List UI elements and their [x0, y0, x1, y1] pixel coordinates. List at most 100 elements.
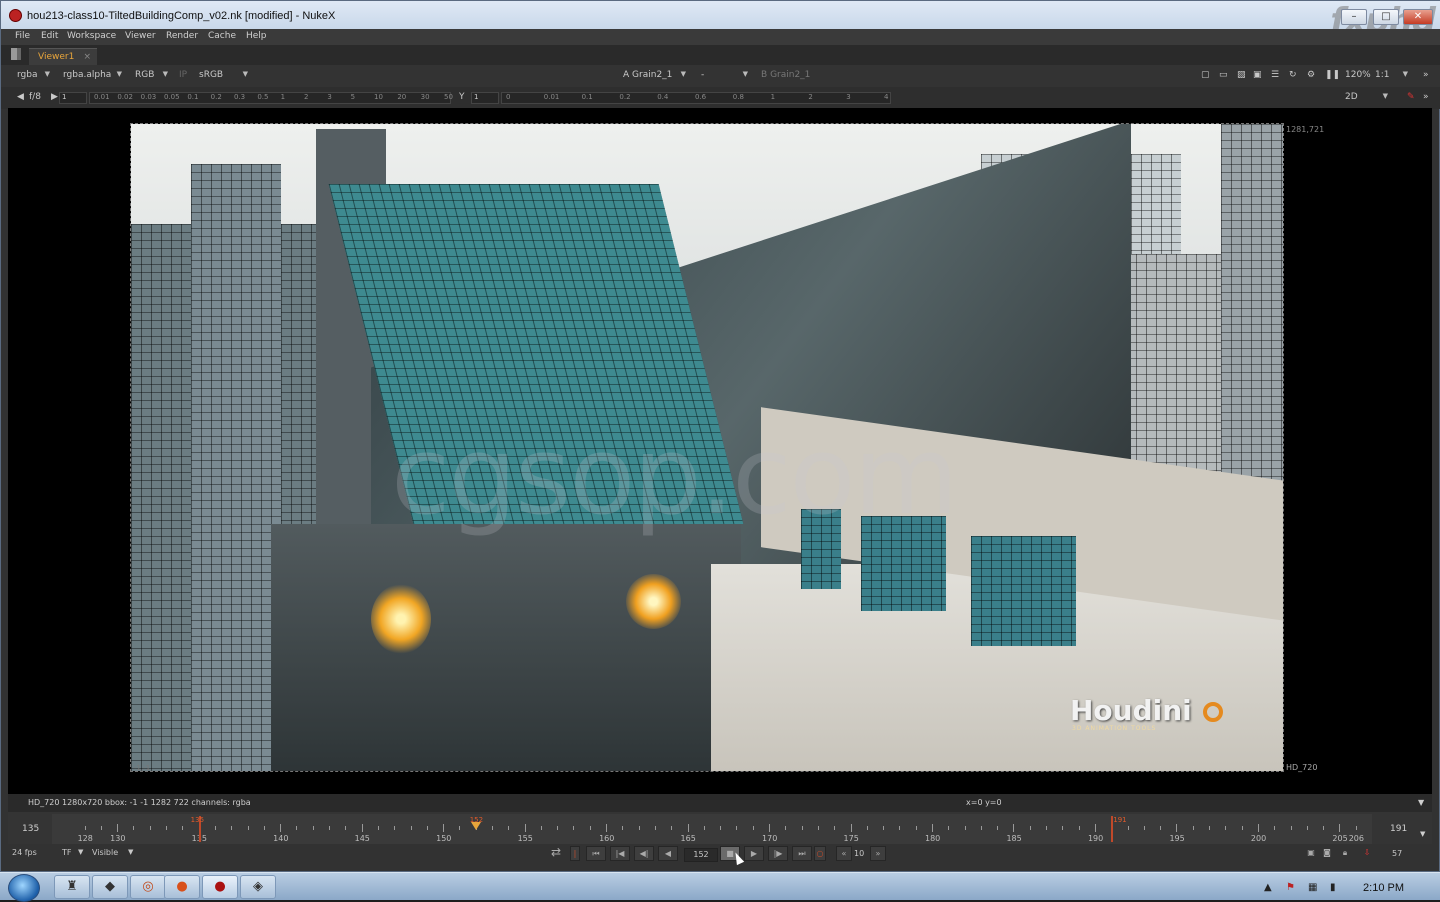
- expand-icon[interactable]: »: [1419, 69, 1431, 83]
- display-dropdown[interactable]: RGB ▼: [131, 69, 171, 83]
- timeline-tick: [459, 826, 461, 830]
- menu-render[interactable]: Render: [166, 31, 198, 41]
- menu-cache[interactable]: Cache: [208, 31, 236, 41]
- tray-expand-icon[interactable]: ▲: [1264, 882, 1272, 893]
- fstop-value[interactable]: f/8: [25, 91, 47, 105]
- record-icon[interactable]: ○: [814, 846, 826, 861]
- timeline-track[interactable]: 128 130 135 140 145 150 155 160 165 170 175 180 185 1…: [52, 814, 1372, 844]
- increment-field[interactable]: 10: [854, 849, 864, 858]
- visibility-dropdown[interactable]: Visible: [92, 848, 118, 857]
- tray-volume-icon[interactable]: ▮: [1330, 882, 1336, 893]
- start-button[interactable]: [8, 874, 40, 902]
- tray-clock[interactable]: 2:10 PM: [1363, 882, 1404, 894]
- pause-icon[interactable]: ❚❚: [1321, 69, 1340, 83]
- timeline-tick: [883, 826, 885, 830]
- gain-slider[interactable]: 0.01 0.02 0.03 0.05 0.1 0.2 0.3 0.5 1 2 3 5 10 20 30 50: [89, 92, 453, 104]
- play-backward-icon[interactable]: ◀: [658, 846, 678, 861]
- step-back-icon[interactable]: ◀|: [634, 846, 654, 861]
- view-mode-dropdown[interactable]: 2D ▼: [1341, 91, 1391, 105]
- timeline-tick: [117, 824, 119, 832]
- zoom-dropdown[interactable]: 120%: [1341, 69, 1371, 83]
- refresh-icon[interactable]: ↻: [1285, 69, 1299, 83]
- guides-icon[interactable]: ▭: [1215, 69, 1229, 83]
- timeline-tick: [296, 826, 298, 830]
- houdini-swirl-icon: [1203, 702, 1223, 722]
- menu-help[interactable]: Help: [246, 31, 267, 41]
- timeline-label: 195: [1169, 834, 1185, 843]
- close-button[interactable]: ✕: [1403, 9, 1433, 25]
- fps-field[interactable]: 24 fps: [12, 848, 37, 857]
- tray-network-icon[interactable]: ▦: [1308, 882, 1317, 893]
- tab-close-icon[interactable]: ×: [83, 52, 91, 62]
- tab-viewer1[interactable]: Viewer1 ×: [29, 48, 97, 65]
- timeline-label: 206: [1348, 834, 1364, 843]
- previous-keyframe-icon[interactable]: |◀: [610, 846, 630, 861]
- gain-mark: 0.01: [94, 93, 110, 101]
- timeline-start-field[interactable]: 135: [22, 824, 39, 834]
- timecode-mode-dropdown[interactable]: TF: [62, 848, 72, 857]
- maximize-button[interactable]: □: [1373, 9, 1399, 25]
- taskbar-swirl-icon[interactable]: ◎: [130, 875, 166, 899]
- play-forward-icon[interactable]: ▶: [744, 846, 764, 861]
- timeline-label: 205: [1332, 834, 1348, 843]
- gamma-slider[interactable]: 0 0.01 0.1 0.2 0.4 0.6 0.8 1 2 3 4: [501, 92, 891, 104]
- skip-back-icon[interactable]: «: [836, 846, 852, 861]
- lock-icon[interactable]: 🔒︎: [1338, 846, 1352, 861]
- color-picker-icon[interactable]: ✎: [1403, 91, 1415, 105]
- gain-field[interactable]: 1: [59, 92, 87, 104]
- fstop-increase-icon[interactable]: ▶: [47, 91, 58, 105]
- timeline-tick: [1160, 826, 1162, 830]
- timeline-expand-icon[interactable]: ▼: [1420, 830, 1425, 838]
- tray-flag-icon[interactable]: ⚑: [1286, 882, 1295, 893]
- menu-file[interactable]: File: [15, 31, 30, 41]
- alpha-channel-dropdown[interactable]: rgba.alpha ▼: [59, 69, 125, 83]
- timeline-tick: [1257, 824, 1259, 832]
- timeline-tick: [687, 824, 689, 832]
- menu-edit[interactable]: Edit: [41, 31, 58, 41]
- timeline-tick: [329, 826, 331, 830]
- current-frame-field[interactable]: 152: [684, 848, 718, 862]
- ip-button[interactable]: IP: [175, 69, 193, 83]
- settings-icon[interactable]: ⚙: [1303, 69, 1317, 83]
- viewer-capture-icon[interactable]: ◙: [1320, 846, 1334, 861]
- in-point-button[interactable]: |: [570, 846, 580, 861]
- compare-mode-dropdown[interactable]: - ▼: [697, 69, 751, 83]
- ratio-dropdown[interactable]: 1:1 ▼: [1371, 69, 1411, 83]
- viewer-flipbook-icon[interactable]: ▣: [1304, 846, 1318, 861]
- menu-workspace[interactable]: Workspace: [67, 31, 116, 41]
- clipping-icon[interactable]: ☰: [1267, 69, 1281, 83]
- timeline[interactable]: 135 128 130 135 140 145 150 155 160 165 170 175 180…: [8, 812, 1432, 844]
- taskbar-firefox-icon[interactable]: ●: [164, 875, 200, 899]
- taskbar-folder-icon[interactable]: ◆: [92, 875, 128, 899]
- loop-mode-icon[interactable]: ⇄: [546, 846, 566, 861]
- timeline-tick: [443, 824, 445, 832]
- menu-viewer[interactable]: Viewer: [125, 31, 156, 41]
- go-to-end-icon[interactable]: ⏭: [792, 846, 812, 861]
- timeline-end-field[interactable]: 191: [1390, 824, 1407, 834]
- fstop-decrease-icon[interactable]: ◀: [13, 91, 24, 105]
- channels-dropdown[interactable]: rgba ▼: [13, 69, 53, 83]
- step-forward-icon[interactable]: |▶: [768, 846, 788, 861]
- overlay-icon[interactable]: ▧: [1233, 69, 1247, 83]
- houdini-logo-text: Houdini: [1070, 694, 1192, 727]
- input-b-dropdown[interactable]: B Grain2_1: [757, 69, 829, 83]
- gamma-field[interactable]: 1: [471, 92, 499, 104]
- expand-icon[interactable]: »: [1419, 91, 1431, 105]
- in-point-label: 135: [190, 816, 205, 824]
- taskbar-misc-icon[interactable]: ◈: [240, 875, 276, 899]
- mask-icon[interactable]: ▣: [1249, 69, 1263, 83]
- skip-forward-icon[interactable]: »: [870, 846, 886, 861]
- pane-menu-icon[interactable]: [11, 48, 21, 60]
- taskbar-houdini-icon[interactable]: ♜: [54, 875, 90, 899]
- input-a-dropdown[interactable]: A Grain2_1 ▼: [619, 69, 689, 83]
- roi-icon[interactable]: ▢: [1197, 69, 1211, 83]
- lut-dropdown[interactable]: sRGB ▼: [195, 69, 251, 83]
- timeline-label: 150: [436, 834, 452, 843]
- timeline-tick: [182, 826, 184, 830]
- download-icon[interactable]: ⇩: [1360, 846, 1374, 861]
- minimize-button[interactable]: –: [1341, 9, 1367, 25]
- status-dropdown-icon[interactable]: ▼: [1418, 798, 1424, 807]
- taskbar-nuke-icon[interactable]: ●: [202, 875, 238, 899]
- go-to-start-icon[interactable]: ⏮: [586, 846, 606, 861]
- gamma-mark: 2: [808, 93, 813, 101]
